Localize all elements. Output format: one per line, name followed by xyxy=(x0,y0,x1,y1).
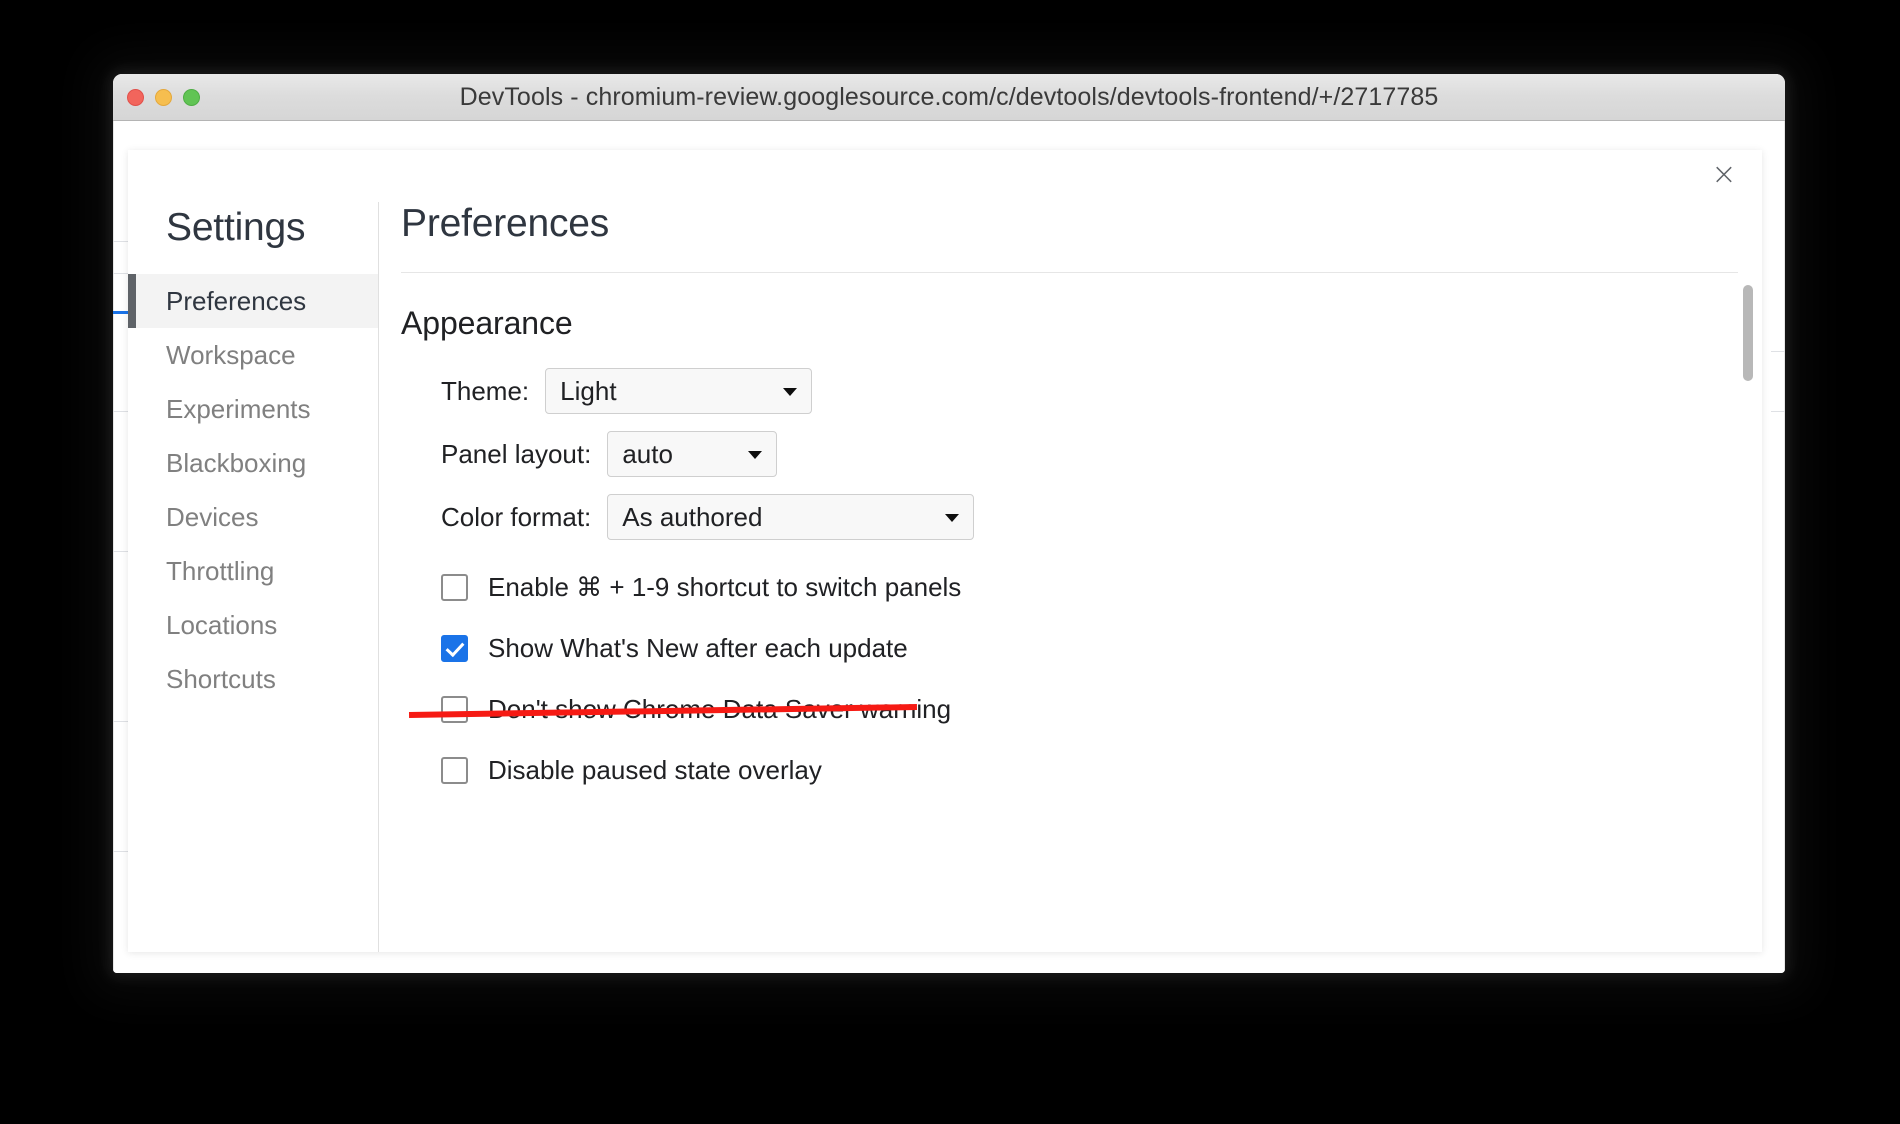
page-backdrop-line xyxy=(113,551,129,552)
page-body: × Settings Preferences Workspace Experim… xyxy=(113,121,1785,973)
sidebar-item-label: Throttling xyxy=(166,555,275,586)
theme-label: Theme: xyxy=(441,375,530,406)
disable-paused-overlay-label[interactable]: Disable paused state overlay xyxy=(488,755,822,786)
page-backdrop-line xyxy=(113,851,129,852)
close-icon[interactable]: × xyxy=(1705,156,1743,194)
page-edge-left xyxy=(113,121,114,973)
setting-row-theme: Theme: Light xyxy=(401,368,1762,414)
dialog-main: Settings Preferences Workspace Experimen… xyxy=(128,202,1762,952)
page-backdrop-line xyxy=(1771,351,1785,352)
sidebar-item-workspace[interactable]: Workspace xyxy=(128,328,378,382)
page-backdrop-line xyxy=(113,411,129,412)
chevron-down-icon xyxy=(783,388,798,396)
sidebar-item-devices[interactable]: Devices xyxy=(128,490,378,544)
close-window-button[interactable] xyxy=(127,88,144,106)
theme-select[interactable]: Light xyxy=(545,368,813,414)
sidebar-item-label: Experiments xyxy=(166,393,311,424)
setting-row-enable-shortcut: Enable ⌘ + 1-9 shortcut to switch panels xyxy=(401,557,1762,618)
color-format-select-value: As authored xyxy=(622,501,763,532)
panel-layout-select-value: auto xyxy=(622,438,673,469)
window-title: DevTools - chromium-review.googlesource.… xyxy=(459,82,1439,111)
sidebar-item-label: Locations xyxy=(166,609,278,640)
sidebar-item-label: Workspace xyxy=(166,339,296,370)
setting-row-show-whats-new: Show What's New after each update xyxy=(401,618,1762,679)
application-window: DevTools - chromium-review.googlesource.… xyxy=(113,74,1785,973)
chevron-down-icon xyxy=(748,451,763,459)
dialog-topbar: × xyxy=(128,150,1762,202)
disable-paused-overlay-checkbox[interactable] xyxy=(441,757,468,784)
preferences-scroll-area: Appearance Theme: Light Panel layout: au… xyxy=(379,273,1762,952)
page-edge-right xyxy=(1784,121,1785,973)
sidebar-item-label: Blackboxing xyxy=(166,447,307,478)
data-saver-warning-label[interactable]: Don't show Chrome Data Saver warning xyxy=(488,694,951,725)
data-saver-warning-checkbox[interactable] xyxy=(441,696,468,723)
settings-content-panel: Preferences Appearance Theme: Light Pane… xyxy=(379,202,1762,952)
page-backdrop-line xyxy=(113,241,129,242)
panel-layout-select[interactable]: auto xyxy=(607,431,778,477)
sidebar-item-blackboxing[interactable]: Blackboxing xyxy=(128,436,378,490)
sidebar-item-throttling[interactable]: Throttling xyxy=(128,544,378,598)
sidebar-item-preferences[interactable]: Preferences xyxy=(128,274,378,328)
page-backdrop-line xyxy=(113,273,129,274)
page-backdrop-line xyxy=(113,721,129,722)
page-accent-marker xyxy=(113,311,129,314)
enable-shortcut-label[interactable]: Enable ⌘ + 1-9 shortcut to switch panels xyxy=(488,572,961,603)
theme-select-value: Light xyxy=(560,375,617,406)
chevron-down-icon xyxy=(945,514,960,522)
zoom-window-button[interactable] xyxy=(183,88,200,106)
setting-row-disable-paused-overlay: Disable paused state overlay xyxy=(401,740,1762,801)
content-scrollbar-thumb[interactable] xyxy=(1743,285,1753,381)
settings-sidebar: Settings Preferences Workspace Experimen… xyxy=(128,202,379,952)
sidebar-item-locations[interactable]: Locations xyxy=(128,598,378,652)
color-format-label: Color format: xyxy=(441,501,592,532)
minimize-window-button[interactable] xyxy=(155,88,172,106)
sidebar-item-experiments[interactable]: Experiments xyxy=(128,382,378,436)
sidebar-item-shortcuts[interactable]: Shortcuts xyxy=(128,652,378,706)
content-scrollbar[interactable] xyxy=(1741,273,1755,952)
setting-row-panel-layout: Panel layout: auto xyxy=(401,431,1762,477)
setting-row-color-format: Color format: As authored xyxy=(401,494,1762,540)
page-title: Preferences xyxy=(401,202,610,245)
settings-heading: Settings xyxy=(166,206,306,249)
section-title-appearance: Appearance xyxy=(401,305,573,341)
window-titlebar: DevTools - chromium-review.googlesource.… xyxy=(113,74,1785,121)
enable-shortcut-checkbox[interactable] xyxy=(441,574,468,601)
sidebar-item-label: Shortcuts xyxy=(166,663,276,694)
show-whats-new-label[interactable]: Show What's New after each update xyxy=(488,633,908,664)
window-controls[interactable] xyxy=(127,74,200,120)
sidebar-item-label: Devices xyxy=(166,501,259,532)
panel-layout-label: Panel layout: xyxy=(441,438,592,469)
color-format-select[interactable]: As authored xyxy=(607,494,975,540)
sidebar-item-label: Preferences xyxy=(166,285,307,316)
show-whats-new-checkbox[interactable] xyxy=(441,635,468,662)
setting-row-data-saver-warning: Don't show Chrome Data Saver warning xyxy=(401,679,1762,740)
settings-dialog: × Settings Preferences Workspace Experim… xyxy=(128,150,1762,952)
page-backdrop-line xyxy=(1771,411,1785,412)
